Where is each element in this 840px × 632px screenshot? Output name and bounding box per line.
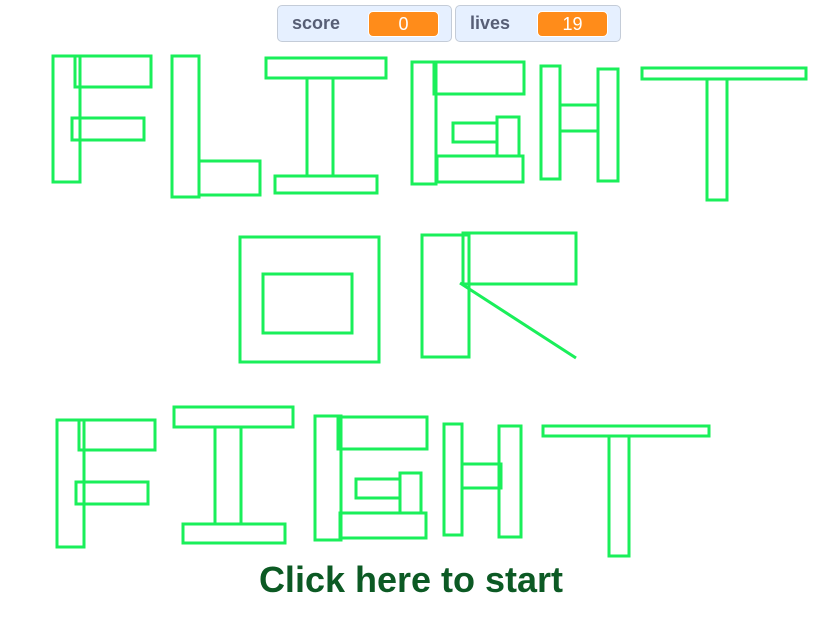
title-letter-l [170, 54, 262, 199]
title-letter-h2 [442, 422, 523, 539]
game-stage[interactable]: score 0 lives 19 Click here to start [0, 0, 840, 632]
title-letter-g2 [313, 414, 429, 542]
start-button[interactable]: Click here to start [0, 559, 822, 601]
title-letter-h [539, 64, 620, 183]
title-letter-o [238, 235, 381, 364]
title-letter-r [420, 231, 578, 360]
title-letter-f [51, 54, 153, 184]
title-letter-g [410, 60, 526, 186]
title-letter-f2 [55, 418, 157, 549]
title-letter-t [640, 66, 808, 202]
title-letter-t2 [541, 424, 711, 558]
title-letter-i2 [172, 405, 295, 545]
title-letter-i [264, 56, 388, 195]
title-logo [51, 54, 808, 558]
